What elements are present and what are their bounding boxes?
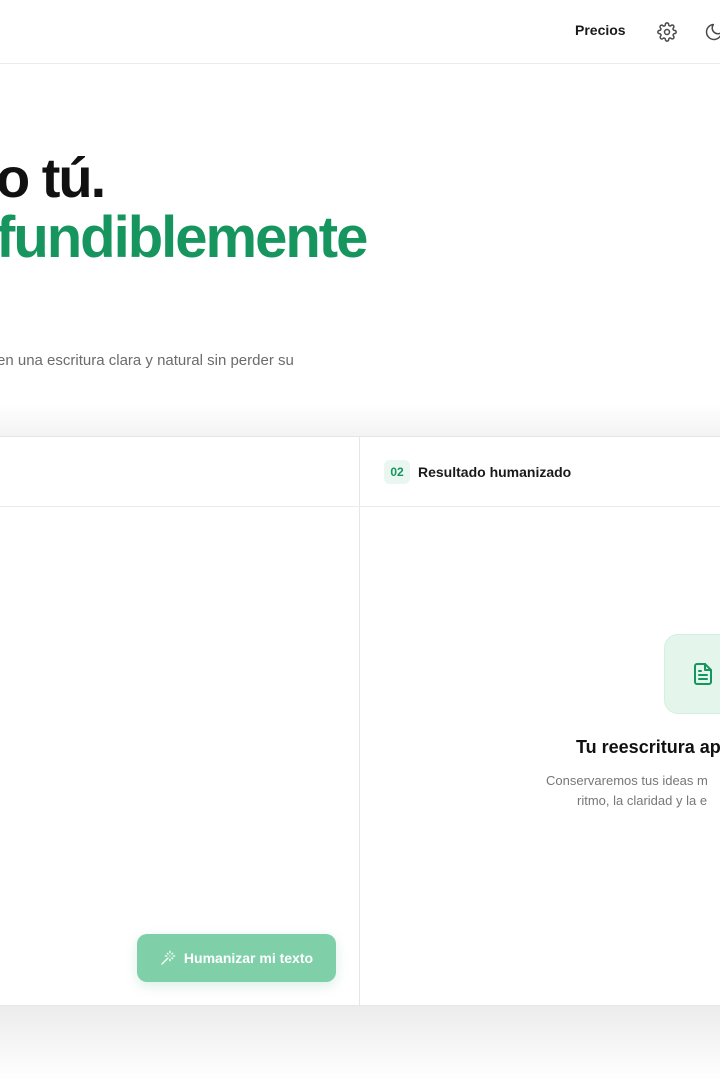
humanize-button[interactable]: Humanizar mi texto [137,934,336,982]
input-panel[interactable]: Humanizar mi texto [0,437,360,1005]
theme-toggle-button[interactable] [702,20,720,44]
hero-subtitle: en una escritura clara y natural sin per… [0,352,294,369]
empty-state-tile [664,634,720,714]
humanize-button-label: Humanizar mi texto [183,950,314,966]
hero-title-line1: o tú. [0,146,106,209]
panel-shadow [0,404,720,436]
step-number-badge: 02 [384,460,410,484]
gear-icon [657,22,677,42]
settings-button[interactable] [655,20,679,44]
nav-link-pricing[interactable]: Precios [575,22,626,38]
magic-wand-icon [161,950,176,965]
panel-header-divider [0,506,720,507]
output-panel: 02 Resultado humanizado Tu reescritura a… [361,437,720,1005]
bottom-shadow [0,1006,720,1080]
document-icon [694,663,712,685]
moon-icon [705,23,720,41]
top-navigation: Precios [0,0,720,64]
output-panel-title: Resultado humanizado [418,464,572,480]
empty-state-description: Conservaremos tus ideas m [546,773,708,788]
empty-state-description-line2: ritmo, la claridad y la e [577,793,708,808]
hero-title-line2: fundiblemente [0,205,368,270]
editor-panels: Humanizar mi texto 02 Resultado humaniza… [0,436,720,1006]
empty-state-title: Tu reescritura ap [576,737,720,757]
